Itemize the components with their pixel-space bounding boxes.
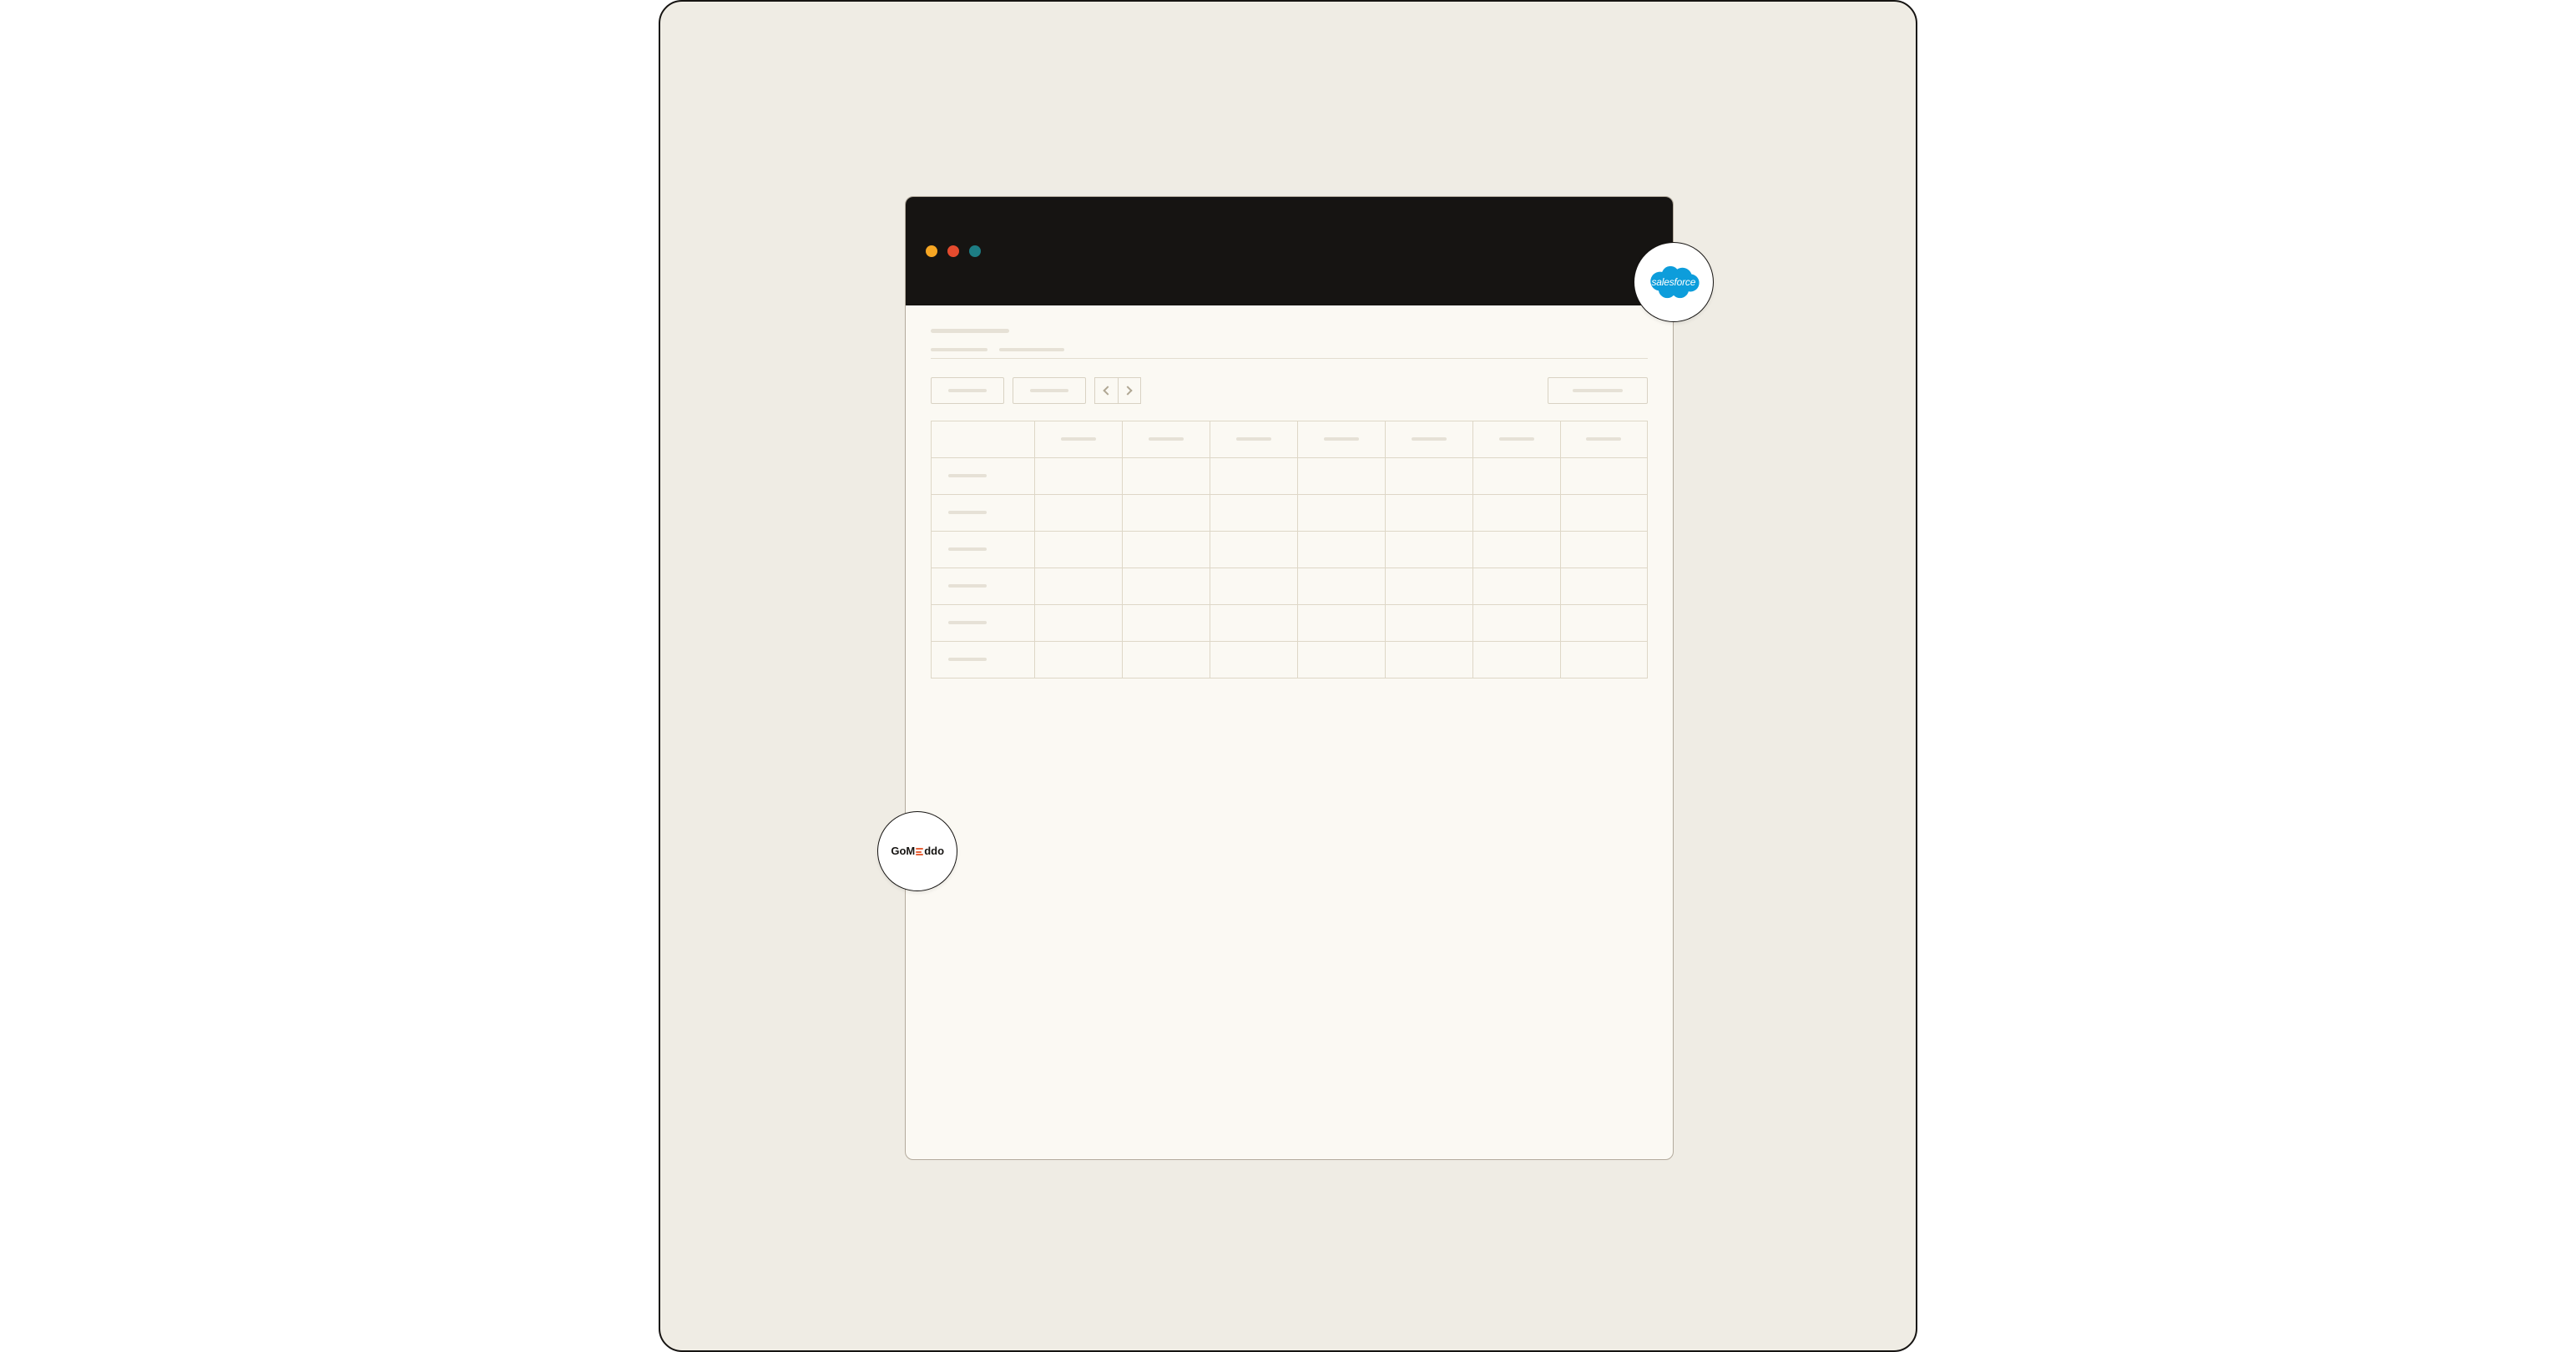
toolbar-button-1-label [948,389,987,392]
toolbar-button-right-label [1573,389,1623,392]
gomeddo-e-icon [916,848,923,855]
grid-cell[interactable] [1561,495,1648,531]
grid-cell[interactable] [1210,532,1298,568]
grid-cell[interactable] [1210,495,1298,531]
grid-cell[interactable] [1123,458,1210,494]
grid-cell[interactable] [1386,605,1473,641]
grid-row-label [932,495,1036,531]
grid-cell[interactable] [1386,495,1473,531]
grid-cell[interactable] [1386,458,1473,494]
grid-cell[interactable] [1561,642,1648,678]
window-maximize-button[interactable] [969,245,981,257]
grid-header-cell [1210,421,1298,457]
grid-cell[interactable] [1298,605,1386,641]
page-subtitle-group [931,348,1649,351]
window-titlebar [906,197,1672,305]
toolbar-button-2-label [1030,389,1068,392]
grid-cell[interactable] [1386,642,1473,678]
grid-cell[interactable] [1473,605,1561,641]
page-title-placeholder [931,329,1010,333]
grid-cell[interactable] [1035,532,1123,568]
grid-cell[interactable] [1298,458,1386,494]
window-close-button[interactable] [926,245,937,257]
grid-row [932,568,1648,605]
grid-row [932,495,1648,532]
grid-row [932,605,1648,642]
grid-header-cell [1298,421,1386,457]
grid-cell[interactable] [1035,458,1123,494]
grid-header-row [932,421,1648,458]
toolbar-button-1[interactable] [931,377,1004,404]
grid-cell[interactable] [1386,568,1473,604]
toolbar [931,377,1649,404]
divider [931,358,1649,359]
grid-header-cell [1561,421,1648,457]
prev-button[interactable] [1094,377,1118,404]
grid-cell[interactable] [1123,495,1210,531]
gomeddo-logo-prefix: GoM [891,845,915,857]
grid-cell[interactable] [1473,642,1561,678]
grid-cell[interactable] [1298,568,1386,604]
grid-cell[interactable] [1561,605,1648,641]
grid-row-label [932,642,1036,678]
grid-cell[interactable] [1561,568,1648,604]
illustration-card: salesforce GoM ddo [659,0,1917,1352]
grid-cell[interactable] [1473,532,1561,568]
salesforce-badge: salesforce [1634,242,1714,322]
grid-cell[interactable] [1123,532,1210,568]
gomeddo-logo-suffix: ddo [924,845,944,857]
grid-cell[interactable] [1035,605,1123,641]
grid-header-cell [1386,421,1473,457]
gomeddo-badge: GoM ddo [877,811,957,891]
grid-cell[interactable] [1473,495,1561,531]
grid-row [932,532,1648,568]
grid-cell[interactable] [1210,568,1298,604]
grid-header-cell [1035,421,1123,457]
grid-cell[interactable] [1035,495,1123,531]
chevron-right-icon [1123,386,1132,395]
grid-cell[interactable] [1210,458,1298,494]
app-window [905,196,1673,1160]
salesforce-cloud-icon: salesforce [1646,264,1701,300]
grid-row-label [932,605,1036,641]
grid-cell[interactable] [1561,532,1648,568]
grid-cell[interactable] [1298,642,1386,678]
grid-cell[interactable] [1123,568,1210,604]
subtitle-placeholder-2 [999,348,1063,351]
grid-cell[interactable] [1473,568,1561,604]
toolbar-button-2[interactable] [1013,377,1086,404]
grid-header-cell [1123,421,1210,457]
grid-row [932,458,1648,495]
grid-cell[interactable] [1386,532,1473,568]
grid-header-cell [932,421,1036,457]
grid-cell[interactable] [1473,458,1561,494]
grid-row-label [932,568,1036,604]
grid-cell[interactable] [1035,568,1123,604]
grid-cell[interactable] [1561,458,1648,494]
grid-cell[interactable] [1035,642,1123,678]
grid-cell[interactable] [1123,605,1210,641]
grid-row-label [932,532,1036,568]
grid-cell[interactable] [1123,642,1210,678]
next-button[interactable] [1118,377,1141,404]
subtitle-placeholder-1 [931,348,988,351]
window-minimize-button[interactable] [947,245,959,257]
calendar-grid [931,421,1649,679]
grid-cell[interactable] [1298,532,1386,568]
toolbar-nav-group [1094,377,1141,404]
window-content [906,305,1672,1159]
grid-cell[interactable] [1210,605,1298,641]
grid-row [932,642,1648,679]
grid-row-label [932,458,1036,494]
salesforce-logo-text: salesforce [1652,276,1696,288]
chevron-left-icon [1103,386,1112,395]
grid-cell[interactable] [1210,642,1298,678]
grid-header-cell [1473,421,1561,457]
grid-cell[interactable] [1298,495,1386,531]
toolbar-button-right[interactable] [1548,377,1648,404]
gomeddo-logo: GoM ddo [891,845,944,857]
